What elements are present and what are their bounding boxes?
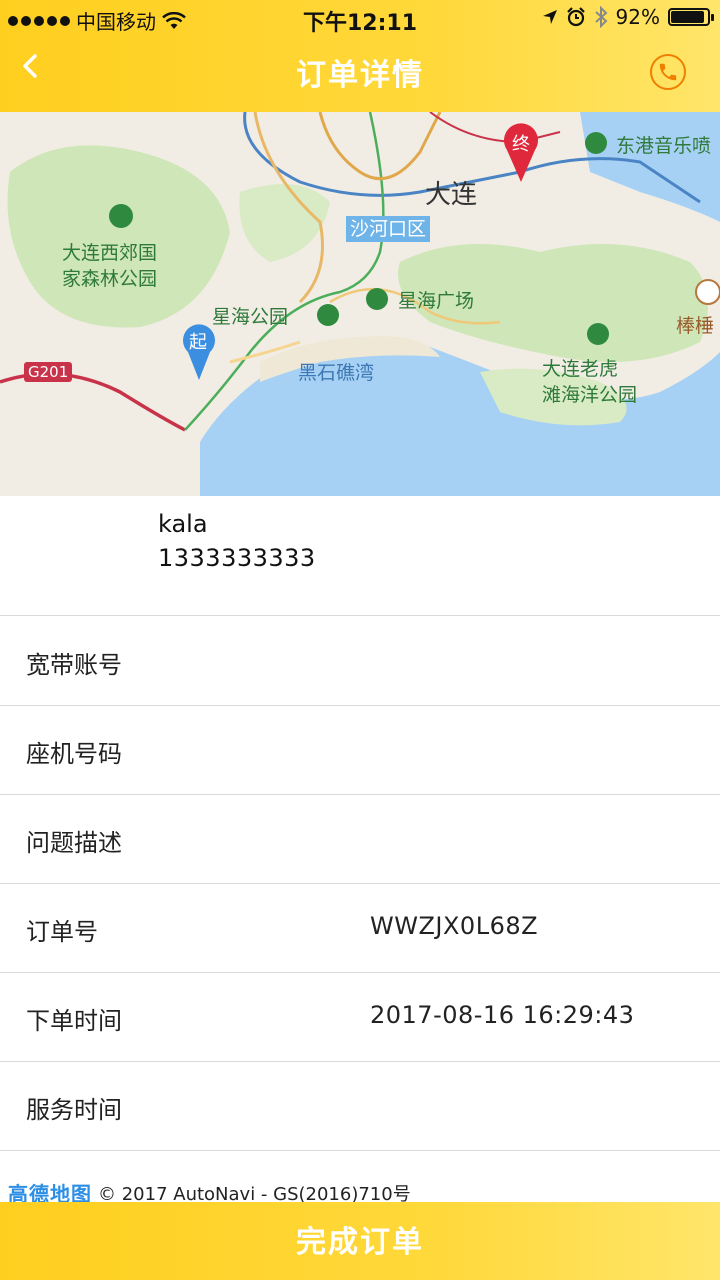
map-label-laohutan: 大连老虎 滩海洋公园 (542, 358, 638, 406)
page-title: 订单详情 (296, 58, 424, 93)
road-shield-label: G201 (24, 362, 73, 382)
avatar (18, 518, 122, 582)
map-label-city: 大连 (425, 180, 478, 210)
battery-percent: 92% (615, 5, 660, 29)
end-pin-label: 终 (512, 134, 530, 155)
call-button[interactable] (650, 54, 686, 90)
start-pin-label: 起 (189, 332, 207, 353)
map-label-bay: 黑石礁湾 (298, 362, 375, 384)
bluetooth-icon (594, 6, 607, 28)
route-map[interactable]: 大连 沙河口区 大连西郊国 家森林公园 星海公园 星海广场 黑石礁湾 大连老虎 … (0, 112, 720, 496)
map-label-xinghai-square: 星海广场 (398, 290, 475, 312)
map-label-xinghai-park: 星海公园 (212, 306, 289, 328)
row-label: 服务时间 (26, 1096, 122, 1124)
map-label-district: 沙河口区 (346, 216, 431, 242)
battery-icon (668, 8, 714, 26)
row-order-number: 订单号 WWZJX0L68Z (0, 884, 720, 973)
location-arrow-icon (542, 10, 557, 24)
row-label: 座机号码 (26, 740, 122, 768)
row-label: 问题描述 (26, 829, 122, 857)
row-landline-number: 座机号码 (0, 706, 720, 795)
map-label-west-park: 大连西郊国 家森林公园 (62, 242, 158, 290)
customer-info: kala 1333333333 (0, 496, 720, 616)
row-value: WWZJX0L68Z (370, 912, 539, 940)
map-canvas (0, 112, 720, 496)
alarm-icon (566, 7, 585, 27)
row-label: 宽带账号 (26, 651, 122, 679)
phone-icon (659, 63, 677, 81)
row-service-time: 服务时间 (0, 1062, 720, 1151)
navigation-bar: 订单详情 (0, 36, 720, 112)
map-label-bangchui: 棒棰 (676, 315, 715, 337)
row-value: 2017-08-16 16:29:43 (370, 1001, 635, 1029)
header-bar: 中国移动 下午12:11 92% 订单详情 (0, 0, 720, 112)
row-label: 下单时间 (26, 1007, 122, 1035)
status-bar: 中国移动 下午12:11 92% (0, 0, 720, 36)
map-label-donggang: 东港音乐喷 (616, 135, 712, 157)
customer-phone: 1333333333 (158, 544, 316, 572)
row-label: 订单号 (26, 918, 98, 946)
row-order-time: 下单时间 2017-08-16 16:29:43 (0, 973, 720, 1062)
row-problem-description: 问题描述 (0, 795, 720, 884)
row-broadband-account: 宽带账号 (0, 617, 720, 706)
customer-name: kala (158, 510, 208, 538)
complete-order-button[interactable]: 完成订单 (0, 1202, 720, 1280)
status-right: 92% (542, 5, 714, 29)
